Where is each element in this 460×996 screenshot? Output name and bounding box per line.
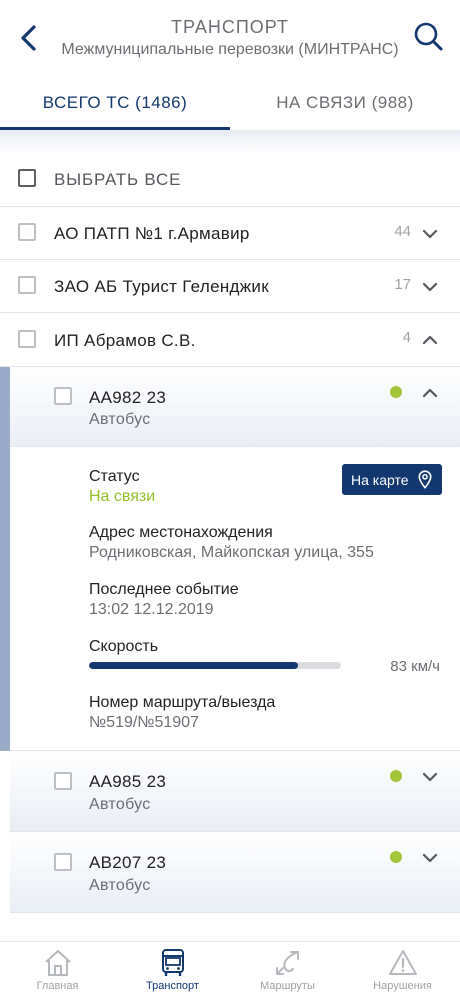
vehicle-type: Автобус (89, 796, 151, 813)
search-icon (414, 22, 443, 51)
speed-bar-fill (89, 662, 299, 669)
speed-bar (89, 662, 341, 669)
home-icon (45, 950, 71, 976)
vehicle-row[interactable]: АВ207 23 Автобус (10, 832, 460, 913)
group-count: 17 (394, 276, 411, 293)
group-row[interactable]: АО ПАТП №1 г.Армавир 44 (0, 207, 460, 260)
chevron-down-icon[interactable] (422, 282, 438, 292)
route-label: Номер маршрута/выезда (89, 694, 276, 711)
group-checkbox[interactable] (18, 276, 36, 294)
select-all-checkbox[interactable] (18, 169, 36, 187)
tab-online-vehicles[interactable]: НА СВЯЗИ (988) (230, 80, 460, 130)
search-button[interactable] (412, 20, 446, 54)
tabs-shadow (0, 130, 460, 154)
page-title: ТРАНСПОРТ (171, 17, 289, 37)
vehicle-type: Автобус (89, 877, 151, 894)
vehicle-plate: АА982 23 (89, 388, 167, 407)
chevron-up-icon[interactable] (422, 335, 438, 345)
chevron-down-icon[interactable] (422, 853, 438, 863)
vehicle-details-panel: Статус На связи На карте Адрес местонахо… (10, 447, 460, 751)
nav-violations[interactable]: Нарушения (345, 942, 460, 996)
select-all-label: ВЫБРАТЬ ВСЕ (54, 170, 182, 189)
vehicle-row-expanded[interactable]: АА982 23 Автобус (10, 367, 460, 447)
group-row-expanded[interactable]: ИП Абрамов С.В. 4 (0, 313, 460, 367)
speed-label: Скорость (89, 638, 159, 655)
group-row[interactable]: ЗАО АБ Турист Геленджик 17 (0, 260, 460, 313)
vehicle-plate: АВ207 23 (89, 853, 167, 872)
map-pin-icon (418, 470, 432, 489)
group-count: 4 (402, 329, 411, 346)
expanded-group-indicator (0, 367, 10, 751)
vehicle-type: Автобус (89, 411, 151, 428)
vehicle-row[interactable]: АА985 23 Автобус (10, 751, 460, 832)
vehicle-plate: АА985 23 (89, 772, 167, 791)
online-status-dot (390, 770, 402, 782)
vehicle-checkbox[interactable] (54, 772, 72, 790)
group-checkbox[interactable] (18, 330, 36, 348)
bus-icon (162, 949, 184, 976)
last-event-value: 13:02 12.12.2019 (89, 601, 214, 618)
vehicle-checkbox[interactable] (54, 387, 72, 405)
status-value: На связи (89, 488, 156, 505)
page-subtitle: Межмуниципальные перевозки (МИНТРАНС) (61, 41, 399, 58)
select-all-row[interactable]: ВЫБРАТЬ ВСЕ (0, 154, 460, 207)
vehicle-checkbox[interactable] (54, 853, 72, 871)
speed-value: 83 км/ч (390, 658, 440, 675)
nav-transport-label: Транспорт (146, 980, 199, 992)
last-event-label: Последнее событие (89, 581, 239, 598)
online-status-dot (390, 386, 402, 398)
nav-routes-label: Маршруты (260, 980, 315, 992)
nav-home[interactable]: Главная (0, 942, 115, 996)
routes-icon (276, 951, 299, 975)
nav-home-label: Главная (36, 980, 79, 992)
online-status-dot (390, 851, 402, 863)
warning-icon (389, 950, 417, 975)
show-on-map-label: На карте (351, 472, 409, 488)
chevron-up-icon[interactable] (422, 388, 438, 398)
nav-violations-label: Нарушения (373, 980, 432, 992)
address-value: Родниковская, Майкопская улица, 355 (89, 544, 374, 561)
group-count: 44 (394, 223, 411, 240)
group-checkbox[interactable] (18, 223, 36, 241)
group-name: АО ПАТП №1 г.Армавир (54, 224, 250, 243)
chevron-down-icon[interactable] (422, 229, 438, 239)
partially-hidden-row (0, 913, 460, 943)
bottom-navigation: Главная Транспорт Маршруты Нарушения (0, 941, 460, 996)
status-label: Статус (89, 468, 140, 485)
group-name: ЗАО АБ Турист Геленджик (54, 277, 269, 296)
chevron-down-icon[interactable] (422, 772, 438, 782)
route-value: №519/№51907 (89, 714, 199, 731)
nav-transport[interactable]: Транспорт (115, 942, 230, 996)
tab-bar: ВСЕГО ТС (1486) НА СВЯЗИ (988) (0, 80, 460, 130)
nav-routes[interactable]: Маршруты (230, 942, 345, 996)
show-on-map-button[interactable]: На карте (342, 464, 442, 495)
tab-all-vehicles[interactable]: ВСЕГО ТС (1486) (0, 80, 230, 130)
address-label: Адрес местонахождения (89, 524, 273, 541)
app-header: ТРАНСПОРТ Межмуниципальные перевозки (МИ… (0, 0, 460, 80)
group-name: ИП Абрамов С.В. (54, 331, 196, 350)
